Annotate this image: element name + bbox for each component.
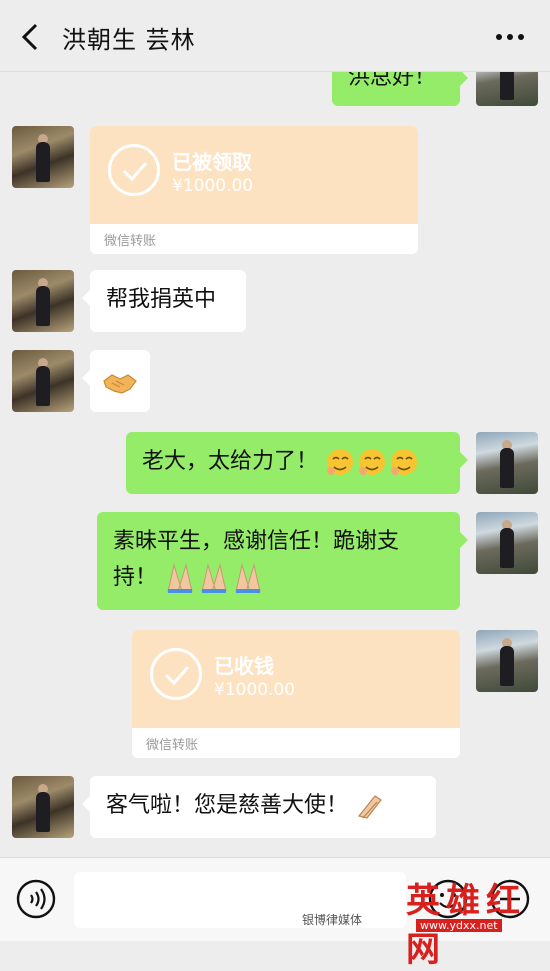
transfer-card-received[interactable]: 已被领取 ¥1000.00 微信转账 [90,126,418,254]
transfer-status: 已被领取 [172,150,252,174]
checkmark-icon [150,648,202,700]
pray-emoji [167,563,261,593]
message-text: 帮我捐英中 [106,287,217,312]
back-icon[interactable] [18,22,44,52]
watermark-url: www.ydxx.net [416,919,502,932]
input-bar: 银博律媒体 英雄红网 www.ydxx.net [0,857,550,970]
handshake-emoji [103,374,137,394]
message-bubble-outgoing[interactable]: 老大，太给力了！ [126,432,468,494]
chat-header: 洪朝生 芸林 [0,0,550,72]
my-avatar[interactable] [476,432,538,494]
transfer-label: 微信转账 [104,234,157,249]
checkmark-icon [108,144,160,196]
my-avatar[interactable] [476,512,538,574]
smirk-emoji [327,449,418,475]
emoji-icon[interactable] [428,879,468,919]
message-bubble-outgoing[interactable]: 洪总好！ [332,72,468,106]
message-text: 客气啦！您是慈善大使！ [106,793,349,818]
message-bubble-incoming[interactable]: 帮我捐英中 [82,270,246,332]
transfer-status: 已收钱 [214,654,274,678]
contact-avatar[interactable] [12,126,74,188]
message-list[interactable]: 洪总好！ 已被领取 ¥1000.00 微信转账 帮我捐英中 老大，太给力了！ 素… [0,72,550,857]
message-text: 老大，太给力了！ [142,449,319,474]
message-text-line1: 素昧平生，感谢信任！跪谢支 [113,529,400,554]
contact-avatar[interactable] [12,350,74,412]
message-text-line2: 持！ [113,565,158,590]
plus-icon[interactable] [490,879,530,919]
chat-title: 洪朝生 芸林 [62,26,196,54]
clap-emoji [357,795,382,819]
my-avatar[interactable] [476,630,538,692]
transfer-label: 微信转账 [146,738,199,753]
message-text: 洪总好！ [348,72,437,90]
more-options-icon[interactable] [492,22,528,52]
transfer-amount: ¥1000.00 [172,176,254,196]
contact-avatar[interactable] [12,776,74,838]
message-bubble-outgoing[interactable]: 素昧平生，感谢信任！跪谢支 持！ [97,512,468,610]
contact-avatar[interactable] [12,270,74,332]
voice-icon[interactable] [16,879,56,919]
transfer-card-sent[interactable]: 已收钱 ¥1000.00 微信转账 [132,630,460,758]
message-bubble-incoming[interactable] [82,350,150,412]
message-input[interactable] [74,872,406,928]
my-avatar[interactable] [476,72,538,106]
transfer-amount: ¥1000.00 [214,680,296,700]
message-bubble-incoming[interactable]: 客气啦！您是慈善大使！ [82,776,436,838]
